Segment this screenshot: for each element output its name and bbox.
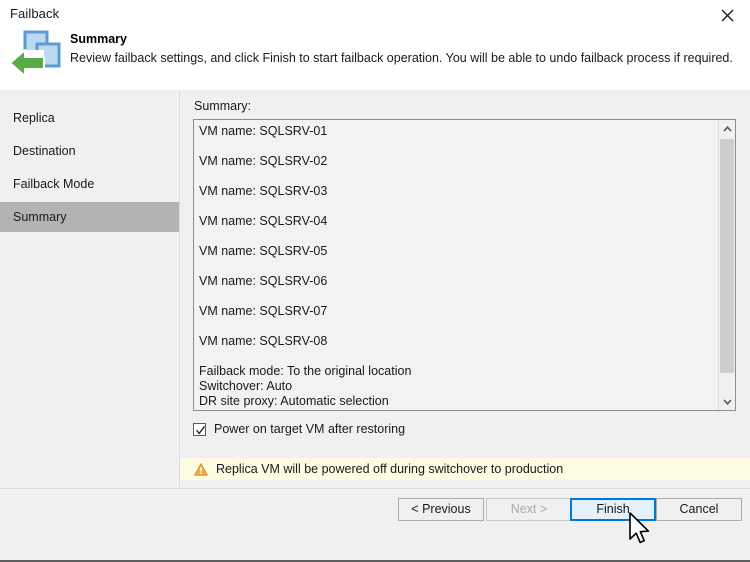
- failback-replica-icon: [9, 30, 63, 86]
- dialog-footer: < Previous Next > Finish Cancel: [0, 489, 750, 562]
- list-item: Switchover: Auto: [199, 379, 719, 394]
- next-button: Next >: [486, 498, 572, 521]
- chevron-down-icon[interactable]: [719, 393, 735, 410]
- list-item: VM name: SQLSRV-01: [199, 124, 719, 139]
- list-item: Production site proxy: Automatic selecti…: [199, 409, 719, 411]
- close-icon[interactable]: [704, 0, 750, 30]
- sidebar-item-failback-mode[interactable]: Failback Mode: [0, 169, 179, 199]
- close-icon-glyph: [721, 9, 734, 22]
- summary-panel: Summary: VM name: SQLSRV-01 VM name: SQL…: [180, 90, 750, 488]
- list-item: VM name: SQLSRV-02: [199, 154, 719, 169]
- cancel-button[interactable]: Cancel: [656, 498, 742, 521]
- chevron-up-icon[interactable]: [719, 120, 735, 137]
- summary-listbox[interactable]: VM name: SQLSRV-01 VM name: SQLSRV-02 VM…: [193, 119, 736, 411]
- sidebar-item-destination[interactable]: Destination: [0, 136, 179, 166]
- window-title: Failback: [10, 6, 59, 21]
- failback-replica-icon-glyph: [9, 30, 63, 86]
- list-item: VM name: SQLSRV-07: [199, 304, 719, 319]
- chevron-down-icon-glyph: [723, 399, 732, 405]
- list-item: VM name: SQLSRV-03: [199, 184, 719, 199]
- dialog-body: Replica Destination Failback Mode Summar…: [0, 90, 750, 488]
- power-on-target-vm-checkbox[interactable]: Power on target VM after restoring: [193, 422, 405, 436]
- list-item: VM name: SQLSRV-04: [199, 214, 719, 229]
- list-item: VM name: SQLSRV-08: [199, 334, 719, 349]
- list-item: VM name: SQLSRV-06: [199, 274, 719, 289]
- warning-banner: Replica VM will be powered off during sw…: [180, 458, 750, 480]
- summary-listbox-content: VM name: SQLSRV-01 VM name: SQLSRV-02 VM…: [194, 120, 719, 410]
- page-title: Summary: [70, 32, 127, 46]
- list-item: DR site proxy: Automatic selection: [199, 394, 719, 409]
- dialog-header: Summary Review failback settings, and cl…: [0, 30, 750, 90]
- warning-text: Replica VM will be powered off during sw…: [216, 462, 563, 476]
- previous-button[interactable]: < Previous: [398, 498, 484, 521]
- sidebar-item-summary[interactable]: Summary: [0, 202, 179, 232]
- page-description: Review failback settings, and click Fini…: [70, 51, 733, 65]
- checkbox-box[interactable]: [193, 423, 206, 436]
- vertical-scrollbar[interactable]: [718, 120, 735, 410]
- finish-button[interactable]: Finish: [570, 498, 656, 521]
- chevron-up-icon-glyph: [723, 126, 732, 132]
- warning-triangle-icon: [194, 463, 208, 476]
- list-item: VM name: SQLSRV-05: [199, 244, 719, 259]
- title-bar: Failback: [0, 0, 750, 30]
- sidebar-item-replica[interactable]: Replica: [0, 103, 179, 133]
- scrollbar-thumb[interactable]: [720, 139, 734, 373]
- check-icon: [195, 425, 206, 436]
- checkbox-label: Power on target VM after restoring: [214, 422, 405, 436]
- list-item: Failback mode: To the original location: [199, 364, 719, 379]
- summary-label: Summary:: [194, 99, 251, 113]
- wizard-step-nav: Replica Destination Failback Mode Summar…: [0, 90, 180, 488]
